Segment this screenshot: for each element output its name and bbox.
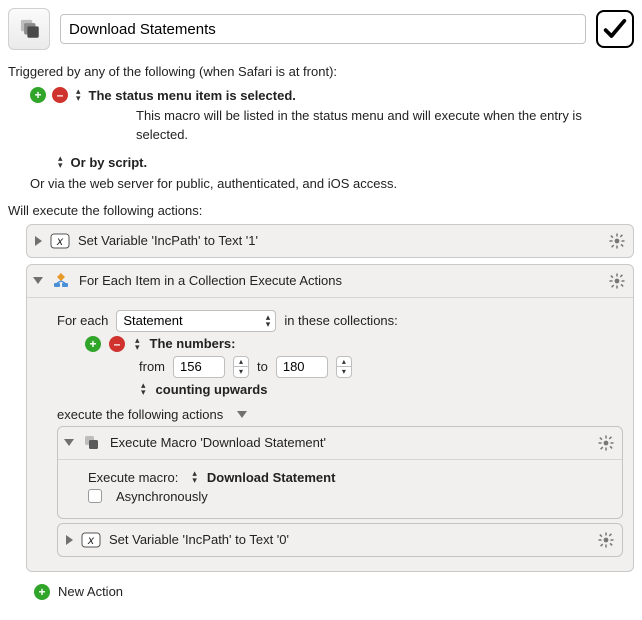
stack-icon <box>16 15 42 44</box>
add-trigger-button[interactable]: + <box>30 87 46 103</box>
checkmark-icon <box>601 15 629 43</box>
disclosure-triangle[interactable] <box>33 277 43 284</box>
remove-trigger-button[interactable]: – <box>52 87 68 103</box>
variable-dropdown-toggle[interactable] <box>266 314 271 328</box>
variable-icon: x <box>81 530 101 550</box>
macro-icon-well[interactable] <box>8 8 50 50</box>
macro-name: Download Statement <box>207 470 336 485</box>
action-for-each: For Each Item in a Collection Execute Ac… <box>26 264 634 572</box>
action-title: For Each Item in a Collection Execute Ac… <box>79 273 599 288</box>
confirm-check-button[interactable] <box>596 10 634 48</box>
execute-macro-label: Execute macro: <box>88 470 178 485</box>
actions-lead: Will execute the following actions: <box>8 203 634 218</box>
action-title: Execute Macro 'Download Statement' <box>110 435 588 450</box>
action-gear-button[interactable] <box>607 231 627 251</box>
asynchronously-checkbox[interactable] <box>88 489 102 503</box>
action-execute-macro: Execute Macro 'Download Statement' Execu… <box>57 426 623 519</box>
disclosure-triangle[interactable] <box>35 236 42 246</box>
from-value-input[interactable] <box>173 356 225 378</box>
foreach-icon <box>51 271 71 291</box>
gear-icon <box>597 531 615 549</box>
or-script-label: Or by script. <box>71 155 148 170</box>
macro-name-input[interactable] <box>60 14 586 44</box>
to-label: to <box>257 359 268 374</box>
action-title: Set Variable 'IncPath' to Text '0' <box>109 532 588 547</box>
gear-icon <box>608 272 626 290</box>
for-each-label: For each <box>57 313 108 328</box>
action-gear-button[interactable] <box>596 530 616 550</box>
to-stepper[interactable]: ▴▾ <box>336 356 352 378</box>
status-menu-trigger-desc: This macro will be listed in the status … <box>136 107 634 145</box>
counting-direction-stepper[interactable] <box>141 382 146 396</box>
or-script-stepper[interactable] <box>58 155 63 169</box>
collection-type-stepper[interactable] <box>135 337 140 351</box>
numbers-label: The numbers: <box>150 336 236 351</box>
execute-macro-icon <box>82 433 102 453</box>
execute-following-label: execute the following actions <box>57 407 223 422</box>
disclosure-triangle[interactable] <box>64 439 74 446</box>
foreach-variable-input[interactable] <box>116 310 276 332</box>
counting-label: counting upwards <box>156 382 268 397</box>
disclosure-triangle[interactable] <box>66 535 73 545</box>
macro-picker-stepper[interactable] <box>192 470 197 484</box>
action-gear-button[interactable] <box>607 271 627 291</box>
variable-icon: x <box>50 231 70 251</box>
add-collection-button[interactable]: + <box>85 336 101 352</box>
action-set-variable-1: x Set Variable 'IncPath' to Text '1' <box>26 224 634 258</box>
status-menu-trigger-label: The status menu item is selected. <box>89 88 296 103</box>
svg-text:x: x <box>56 234 64 248</box>
remove-collection-button[interactable]: – <box>109 336 125 352</box>
trigger-type-stepper[interactable] <box>76 88 81 102</box>
triggers-lead: Triggered by any of the following (when … <box>8 64 634 79</box>
gear-icon <box>608 232 626 250</box>
execute-disclosure-triangle[interactable] <box>237 411 247 418</box>
in-these-collections-label: in these collections: <box>284 313 397 328</box>
action-gear-button[interactable] <box>596 433 616 453</box>
asynchronously-label: Asynchronously <box>116 489 208 504</box>
from-stepper[interactable]: ▴▾ <box>233 356 249 378</box>
action-set-variable-0: x Set Variable 'IncPath' to Text '0' <box>57 523 623 557</box>
new-action-label[interactable]: New Action <box>58 584 123 599</box>
svg-text:x: x <box>87 533 95 547</box>
new-action-add-button[interactable]: + <box>34 584 50 600</box>
action-title: Set Variable 'IncPath' to Text '1' <box>78 233 599 248</box>
from-label: from <box>139 359 165 374</box>
webserver-note: Or via the web server for public, authen… <box>30 176 634 191</box>
gear-icon <box>597 434 615 452</box>
to-value-input[interactable] <box>276 356 328 378</box>
